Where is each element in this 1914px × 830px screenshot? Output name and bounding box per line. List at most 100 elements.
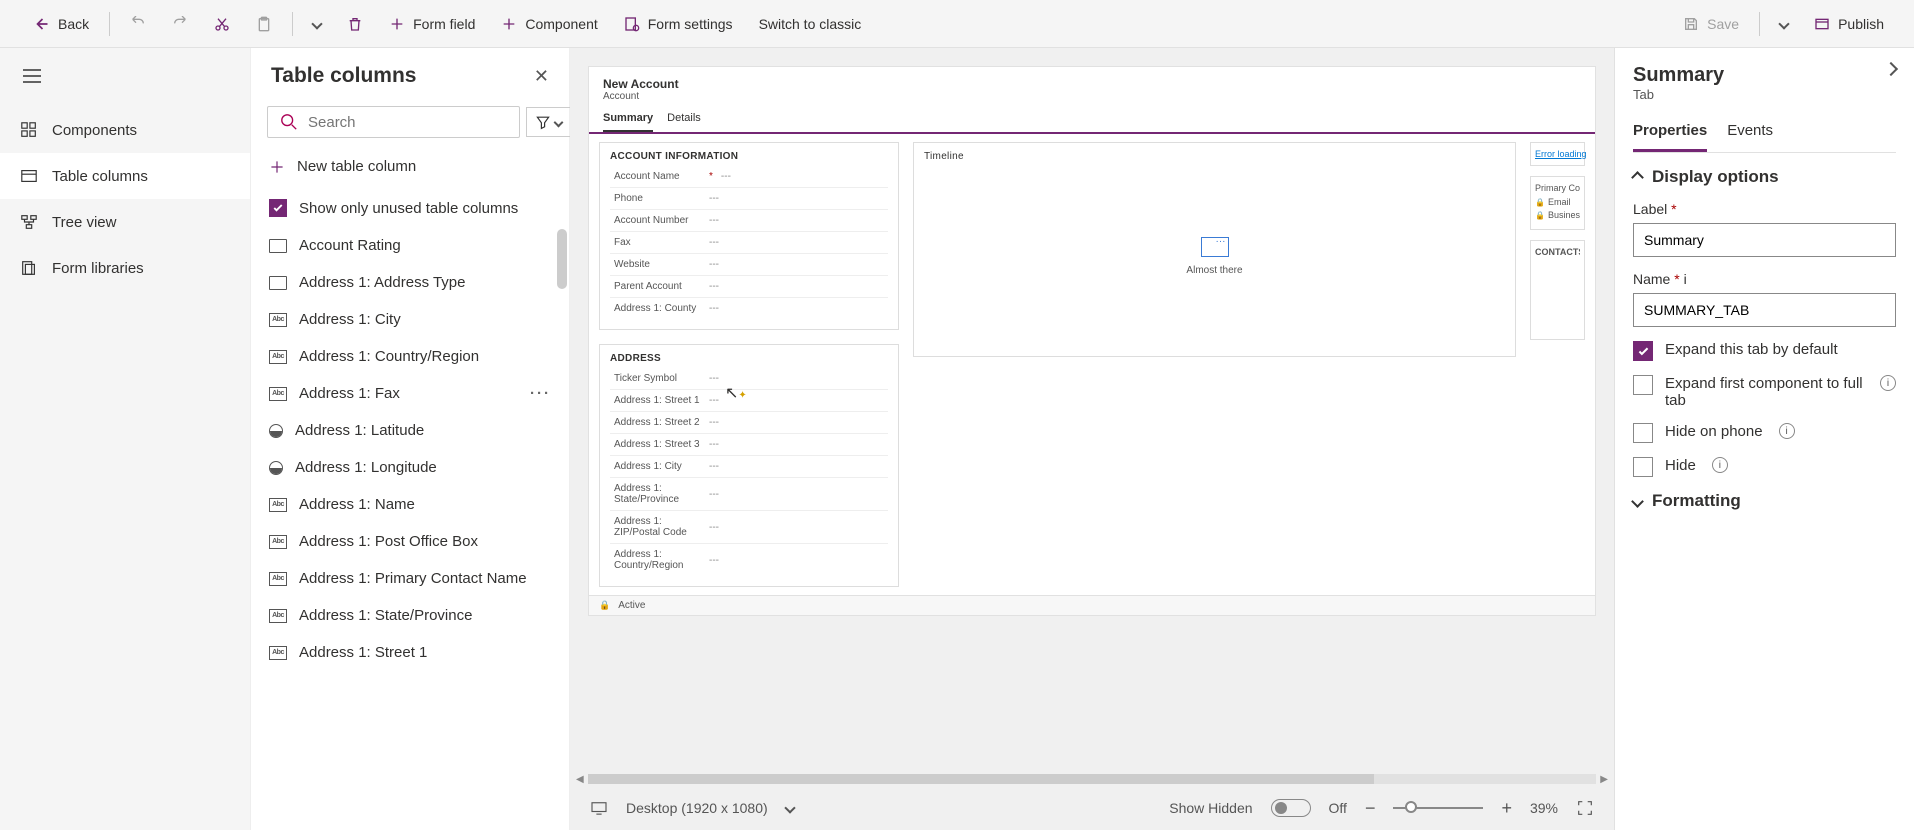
column-item[interactable]: Address 1: Address Type··· <box>251 264 569 301</box>
name-input[interactable] <box>1633 293 1896 327</box>
show-hidden-toggle[interactable] <box>1271 799 1311 817</box>
zoom-slider[interactable] <box>1393 807 1483 809</box>
fit-screen-icon[interactable] <box>1576 799 1594 817</box>
form-field-row[interactable]: Parent Account--- <box>610 276 888 298</box>
form-field-row[interactable]: Account Name*--- <box>610 166 888 188</box>
expand-first-checkbox[interactable]: Expand first component to full tab i <box>1633 375 1896 409</box>
selected-element-title: Summary <box>1633 64 1724 87</box>
form-field-row[interactable]: Address 1: Street 2--- <box>610 412 888 434</box>
display-options-group[interactable]: Display options <box>1633 167 1896 187</box>
collapse-panel-button[interactable] <box>1884 62 1898 76</box>
paste-dropdown-button[interactable] <box>303 14 331 34</box>
properties-tab[interactable]: Properties <box>1633 116 1707 152</box>
filter-button[interactable] <box>526 107 571 137</box>
search-input[interactable] <box>308 114 507 131</box>
hide-checkbox[interactable]: Hide i <box>1633 457 1896 477</box>
form-field-row[interactable]: Address 1: State/Province--- <box>610 478 888 511</box>
info-icon[interactable]: i <box>1880 375 1896 391</box>
device-label[interactable]: Desktop (1920 x 1080) <box>626 800 768 816</box>
chevron-down-icon[interactable] <box>784 802 795 813</box>
column-item[interactable]: AbcAddress 1: Post Office Box··· <box>251 523 569 560</box>
scroll-right-button[interactable]: ▶ <box>1600 774 1608 785</box>
form-field-row[interactable]: Fax--- <box>610 232 888 254</box>
form-preview[interactable]: New Account Account SummaryDetails ACCOU… <box>588 66 1596 616</box>
component-button[interactable]: Component <box>491 10 607 38</box>
publish-button[interactable]: Publish <box>1804 10 1894 38</box>
column-item[interactable]: AbcAddress 1: Country/Region··· <box>251 338 569 375</box>
section-address[interactable]: ADDRESS Ticker Symbol---Address 1: Stree… <box>599 344 899 587</box>
nav-table-columns[interactable]: Table columns <box>0 153 250 199</box>
save-dropdown-button[interactable] <box>1770 14 1798 34</box>
error-loading-link[interactable]: Error loading <box>1535 149 1580 159</box>
column-item[interactable]: Address 1: Longitude··· <box>251 449 569 486</box>
column-item[interactable]: AbcAddress 1: Fax··· <box>251 375 569 412</box>
switch-classic-button[interactable]: Switch to classic <box>749 10 872 38</box>
toolbar-separator <box>292 12 293 36</box>
back-button[interactable]: Back <box>20 8 99 40</box>
checkbox[interactable] <box>1633 341 1653 361</box>
hamburger-button[interactable] <box>0 62 250 107</box>
form-settings-icon <box>624 16 640 32</box>
formatting-group[interactable]: Formatting <box>1633 491 1896 511</box>
section-account-info[interactable]: ACCOUNT INFORMATION Account Name*---Phon… <box>599 142 899 330</box>
scrollbar-thumb[interactable] <box>588 774 1375 784</box>
column-item[interactable]: AbcAddress 1: State/Province··· <box>251 597 569 634</box>
cut-button[interactable] <box>204 10 240 38</box>
hide-phone-checkbox[interactable]: Hide on phone i <box>1633 423 1896 443</box>
column-item[interactable]: AbcAddress 1: Name··· <box>251 486 569 523</box>
nav-tree-view[interactable]: Tree view <box>0 199 250 245</box>
scroll-left-button[interactable]: ◀ <box>576 774 584 785</box>
form-tab[interactable]: Details <box>667 108 701 132</box>
info-icon[interactable]: i <box>1684 271 1687 287</box>
checkbox[interactable] <box>1633 375 1653 395</box>
form-field-row[interactable]: Ticker Symbol--- <box>610 368 888 390</box>
form-field-row[interactable]: Address 1: Country/Region--- <box>610 544 888 576</box>
section-timeline[interactable]: Timeline Almost there <box>913 142 1516 357</box>
form-field-row[interactable]: Address 1: Street 3--- <box>610 434 888 456</box>
zoom-out-button[interactable]: − <box>1365 798 1376 819</box>
redo-button[interactable] <box>162 10 198 38</box>
show-unused-checkbox-row[interactable]: Show only unused table columns <box>251 189 569 227</box>
nav-components[interactable]: Components <box>0 107 250 153</box>
primary-contact-card[interactable]: Primary Co 🔒Email 🔒Business <box>1530 176 1585 230</box>
show-unused-checkbox[interactable] <box>269 199 287 217</box>
column-item[interactable]: AbcAddress 1: Street 1··· <box>251 634 569 671</box>
nav-form-libraries[interactable]: Form libraries <box>0 245 250 291</box>
form-field-row[interactable]: Account Number--- <box>610 210 888 232</box>
column-item[interactable]: AbcAddress 1: City··· <box>251 301 569 338</box>
form-field-row[interactable]: Phone--- <box>610 188 888 210</box>
form-tab[interactable]: Summary <box>603 108 653 132</box>
paste-button[interactable] <box>246 10 282 38</box>
label-input[interactable] <box>1633 223 1896 257</box>
info-icon[interactable]: i <box>1779 423 1795 439</box>
undo-button[interactable] <box>120 10 156 38</box>
form-field-row[interactable]: Address 1: City--- <box>610 456 888 478</box>
more-button[interactable]: ··· <box>530 385 551 402</box>
properties-tab[interactable]: Events <box>1727 116 1773 152</box>
form-field-row[interactable]: Address 1: ZIP/Postal Code--- <box>610 511 888 544</box>
new-table-column-button[interactable]: New table column <box>251 144 569 189</box>
close-panel-button[interactable]: ✕ <box>534 66 549 87</box>
zoom-handle[interactable] <box>1405 801 1417 813</box>
checkbox[interactable] <box>1633 457 1653 477</box>
form-field-row[interactable]: Address 1: County--- <box>610 298 888 319</box>
delete-button[interactable] <box>337 10 373 38</box>
canvas-scroll[interactable]: New Account Account SummaryDetails ACCOU… <box>570 48 1614 772</box>
canvas-h-scrollbar[interactable]: ◀ ▶ <box>570 772 1614 786</box>
form-field-button[interactable]: Form field <box>379 10 485 38</box>
column-item[interactable]: AbcAddress 1: Primary Contact Name··· <box>251 560 569 597</box>
checkbox[interactable] <box>1633 423 1653 443</box>
zoom-in-button[interactable]: + <box>1501 798 1512 819</box>
expand-default-checkbox[interactable]: Expand this tab by default <box>1633 341 1896 361</box>
form-field-row[interactable]: Website--- <box>610 254 888 276</box>
contacts-card[interactable]: CONTACTS <box>1530 240 1585 340</box>
info-icon[interactable]: i <box>1712 457 1728 473</box>
scrollbar-track[interactable] <box>588 774 1597 784</box>
column-item[interactable]: Address 1: Latitude··· <box>251 412 569 449</box>
column-item[interactable]: Account Rating··· <box>251 227 569 264</box>
error-card[interactable]: Error loading <box>1530 142 1585 166</box>
text-type-icon: Abc <box>269 387 287 401</box>
form-settings-button[interactable]: Form settings <box>614 10 743 38</box>
form-field-row[interactable]: Address 1: Street 1--- <box>610 390 888 412</box>
save-button[interactable]: Save <box>1673 10 1749 38</box>
